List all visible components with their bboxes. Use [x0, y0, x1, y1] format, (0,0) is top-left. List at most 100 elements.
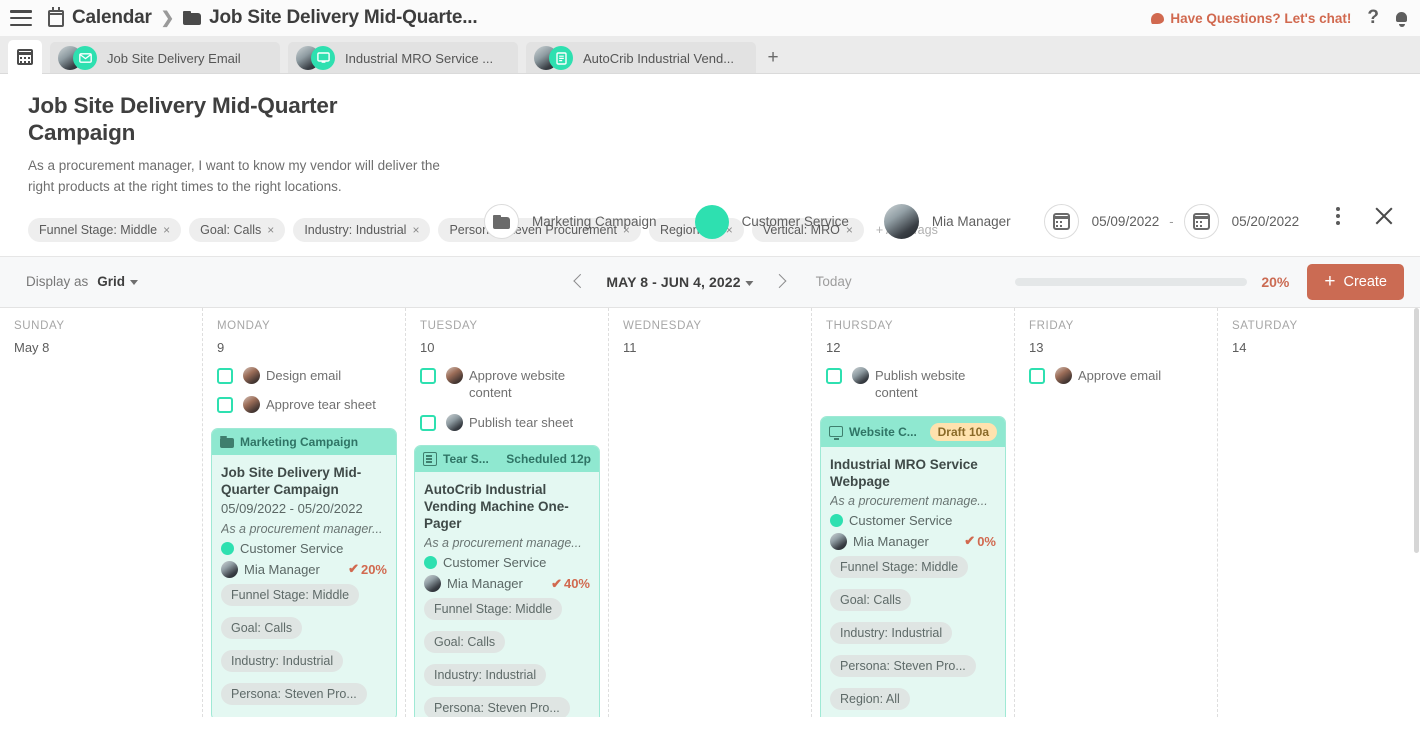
- card-type-label: Marketing Campaign: [240, 435, 358, 449]
- task-item[interactable]: Publish tear sheet: [420, 414, 600, 432]
- card-tag: Funnel Stage: Middle: [424, 598, 562, 620]
- add-tab-button[interactable]: +: [756, 42, 790, 74]
- card-tag: Persona: Steven Pro...: [221, 683, 367, 705]
- day-name: SUNDAY: [8, 308, 194, 332]
- card-owner: Mia Manager: [447, 576, 523, 591]
- tag-funnel-stage[interactable]: Funnel Stage: Middle ×: [28, 218, 181, 242]
- tag-industry[interactable]: Industry: Industrial×: [293, 218, 430, 242]
- task-checkbox[interactable]: [420, 415, 436, 431]
- breadcrumb-root[interactable]: Calendar: [72, 7, 152, 29]
- end-date-icon-wrap[interactable]: [1184, 204, 1219, 239]
- campaign-card[interactable]: Marketing Campaign Job Site Delivery Mid…: [211, 428, 397, 717]
- tag-goal[interactable]: Goal: Calls ×: [189, 218, 285, 242]
- day-column-thursday[interactable]: THURSDAY 12 Publish website content Webs…: [812, 308, 1015, 717]
- card-owner-row: Mia Manager ✔0%: [830, 533, 996, 550]
- chat-link[interactable]: Have Questions? Let's chat!: [1151, 11, 1351, 26]
- toolbar-right: 20% + Create: [1015, 264, 1404, 300]
- date-range-select[interactable]: MAY 8 - JUN 4, 2022: [606, 274, 753, 290]
- remove-tag-icon[interactable]: ×: [412, 223, 419, 237]
- day-column-sunday[interactable]: SUNDAY May 8: [0, 308, 203, 717]
- remove-tag-icon[interactable]: ×: [163, 223, 170, 237]
- card-audience: Customer Service: [240, 541, 343, 556]
- start-date[interactable]: 05/09/2022: [1092, 214, 1160, 229]
- previous-period-icon[interactable]: [568, 271, 590, 293]
- calendar-icon: [48, 10, 64, 27]
- card-tag: Persona: Steven Pro...: [424, 697, 570, 716]
- card-owner: Mia Manager: [853, 534, 929, 549]
- document-icon: [423, 452, 437, 466]
- card-type-label: Website C...: [849, 425, 917, 439]
- calendar-grid: SUNDAY May 8 MONDAY 9 Design email Appro…: [0, 308, 1420, 717]
- display-as-value: Grid: [97, 274, 125, 289]
- card-status: Draft 10a: [930, 423, 997, 441]
- day-name: WEDNESDAY: [617, 308, 803, 332]
- today-button[interactable]: Today: [816, 274, 852, 289]
- card-audience-row: Customer Service: [424, 555, 590, 570]
- notification-bell-icon[interactable]: [1395, 11, 1408, 25]
- more-options-icon[interactable]: [1336, 207, 1340, 225]
- task-item[interactable]: Publish website content: [826, 367, 1006, 402]
- content-card[interactable]: Tear S... Scheduled 12p AutoCrib Industr…: [414, 445, 600, 716]
- task-item[interactable]: Approve email: [1029, 367, 1209, 385]
- card-owner: Mia Manager: [244, 562, 320, 577]
- next-period-icon[interactable]: [770, 271, 792, 293]
- day-column-friday[interactable]: FRIDAY 13 Approve email: [1015, 308, 1218, 717]
- task-checkbox[interactable]: [826, 368, 842, 384]
- card-description: As a procurement manage...: [424, 536, 590, 550]
- folder-icon: [183, 11, 201, 25]
- card-tag: Region: All: [830, 688, 910, 710]
- tag-label: Goal: Calls: [200, 223, 261, 237]
- task-item[interactable]: Approve tear sheet: [217, 396, 397, 414]
- card-status: Scheduled 12p: [506, 452, 591, 466]
- date-navigation: MAY 8 - JUN 4, 2022 Today: [568, 271, 851, 293]
- day-column-monday[interactable]: MONDAY 9 Design email Approve tear sheet…: [203, 308, 406, 717]
- help-icon[interactable]: ?: [1367, 7, 1379, 29]
- task-label: Approve email: [1078, 367, 1161, 385]
- card-tag: Persona: Steven Pro...: [830, 655, 976, 677]
- card-progress-label: 40%: [564, 576, 590, 591]
- hamburger-icon[interactable]: [10, 10, 32, 26]
- content-card[interactable]: Website C... Draft 10a Industrial MRO Se…: [820, 416, 1006, 717]
- day-column-tuesday[interactable]: TUESDAY 10 Approve website content Publi…: [406, 308, 609, 717]
- day-name: SATURDAY: [1226, 308, 1412, 332]
- plus-icon: +: [1324, 272, 1335, 291]
- display-as-select[interactable]: Grid: [97, 274, 138, 289]
- scrollbar-thumb[interactable]: [1414, 308, 1419, 553]
- chat-bubble-icon: [1151, 13, 1164, 24]
- tab-calendar[interactable]: [8, 40, 42, 74]
- vertical-scrollbar[interactable]: [1414, 308, 1419, 717]
- day-column-saturday[interactable]: SATURDAY 14: [1218, 308, 1420, 717]
- task-checkbox[interactable]: [217, 368, 233, 384]
- tab-industrial-mro-service[interactable]: Industrial MRO Service ...: [288, 42, 518, 74]
- tab-label: Industrial MRO Service ...: [345, 51, 493, 66]
- tag-label: Funnel Stage: Middle: [39, 223, 157, 237]
- folder-icon: [493, 215, 510, 229]
- task-checkbox[interactable]: [217, 397, 233, 413]
- day-column-wednesday[interactable]: WEDNESDAY 11: [609, 308, 812, 717]
- task-checkbox[interactable]: [1029, 368, 1045, 384]
- close-icon[interactable]: [1374, 206, 1394, 226]
- remove-tag-icon[interactable]: ×: [267, 223, 274, 237]
- card-type-label: Tear S...: [443, 452, 489, 466]
- task-item[interactable]: Design email: [217, 367, 397, 385]
- task-checkbox[interactable]: [420, 368, 436, 384]
- task-item[interactable]: Approve website content: [420, 367, 600, 402]
- create-button[interactable]: + Create: [1307, 264, 1404, 300]
- start-date-icon-wrap[interactable]: [1044, 204, 1079, 239]
- task-label: Publish website content: [875, 367, 1006, 402]
- calendar-icon: [1193, 213, 1210, 230]
- task-label: Design email: [266, 367, 341, 385]
- card-audience: Customer Service: [443, 555, 546, 570]
- card-progress-label: 20%: [361, 562, 387, 577]
- breadcrumb-current[interactable]: Job Site Delivery Mid-Quarte...: [209, 7, 477, 29]
- card-dates: 05/09/2022 - 05/20/2022: [221, 501, 387, 518]
- tab-job-site-delivery-email[interactable]: Job Site Delivery Email: [50, 42, 280, 74]
- page-title: Job Site Delivery Mid-Quarter Campaign: [28, 92, 428, 147]
- check-icon: ✔: [964, 533, 975, 549]
- day-name: MONDAY: [211, 308, 397, 332]
- card-tag: Industry: Industrial: [424, 664, 546, 686]
- card-tag: Funnel Stage: Middle: [221, 584, 359, 606]
- tab-autocrib-industrial-vending[interactable]: AutoCrib Industrial Vend...: [526, 42, 756, 74]
- end-date[interactable]: 05/20/2022: [1232, 214, 1300, 229]
- card-body: Job Site Delivery Mid-Quarter Campaign 0…: [212, 455, 396, 717]
